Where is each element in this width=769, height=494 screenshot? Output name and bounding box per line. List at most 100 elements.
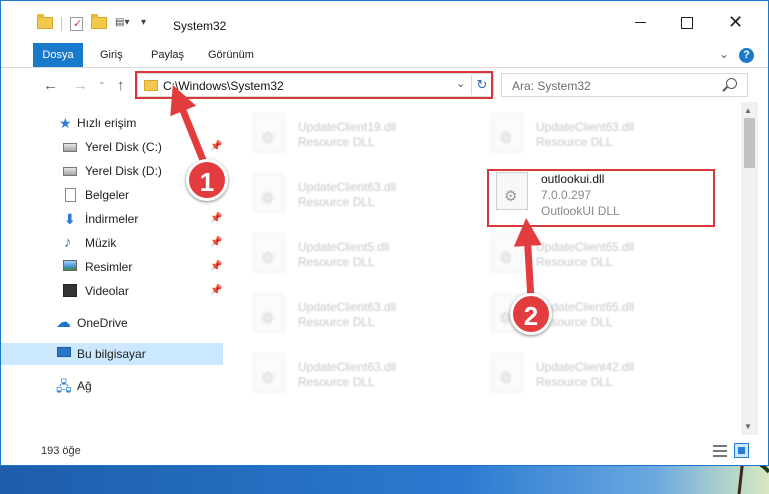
forward-arrow-icon[interactable]: → — [73, 77, 88, 94]
file-explorer-window: ✓ ▤▾ ▾ System32 ✕ Dosya Giriş Paylaş Gör… — [0, 0, 769, 466]
ribbon-tabs: Dosya Giriş Paylaş Görünüm ⌄ ? — [1, 43, 768, 68]
step-2-badge: 2 — [510, 293, 552, 335]
desktop-background — [0, 464, 769, 494]
search-placeholder: Ara: System32 — [512, 79, 591, 93]
file-description: Resource DLL — [298, 135, 375, 149]
sidebar-item-label: Belgeler — [85, 188, 130, 202]
sidebar-item-label: OneDrive — [77, 316, 128, 330]
tab-home[interactable]: Giriş — [100, 43, 123, 67]
item-count: 193 öğe — [41, 445, 81, 457]
dll-file-icon — [253, 174, 285, 212]
dll-file-icon — [253, 114, 285, 152]
file-item[interactable]: UpdateClient42.dll Resource DLL — [467, 350, 687, 400]
dll-file-icon — [491, 234, 523, 272]
pin-icon[interactable]: 📌 — [210, 213, 222, 224]
sidebar-item-quick-access[interactable]: ★ Hızlı erişim — [1, 112, 223, 134]
details-view-icon[interactable] — [713, 445, 727, 457]
file-description: Resource DLL — [536, 255, 613, 269]
vertical-scrollbar[interactable]: ▲ ▼ — [741, 102, 758, 435]
sidebar-item-label: Videolar — [85, 284, 129, 298]
dll-file-icon — [253, 294, 285, 332]
sidebar-item-network[interactable]: 🖧 Ağ — [1, 375, 223, 397]
expand-ribbon-icon[interactable]: ⌄ — [719, 47, 729, 61]
file-description: Resource DLL — [536, 375, 613, 389]
maximize-button[interactable] — [681, 15, 695, 29]
onedrive-icon: ☁ — [56, 314, 71, 331]
large-icons-view-icon[interactable] — [734, 443, 749, 458]
file-item[interactable]: UpdateClient65.dll Resource DLL — [467, 230, 687, 280]
sidebar-item-label: Bu bilgisayar — [77, 347, 146, 361]
file-name: UpdateClient63.dll — [298, 300, 397, 314]
sidebar-item-label: İndirmeler — [85, 212, 139, 226]
pin-icon[interactable]: 📌 — [210, 261, 222, 272]
file-item[interactable]: UpdateClient5.dll Resource DLL — [229, 230, 449, 280]
new-folder-icon[interactable] — [91, 14, 107, 31]
quick-access-toolbar: ✓ ▤▾ ▾ — [37, 14, 165, 31]
minimize-button[interactable] — [635, 15, 649, 29]
file-description: Resource DLL — [298, 195, 375, 209]
sidebar-item-videos[interactable]: Videolar 📌 — [1, 280, 223, 302]
file-name: UpdateClient65.dll — [536, 240, 635, 254]
dropdown-arrow-icon[interactable]: ▾ — [141, 17, 157, 31]
title-bar: ✓ ▤▾ ▾ System32 ✕ — [1, 1, 768, 39]
search-icon[interactable] — [726, 78, 737, 89]
tab-file[interactable]: Dosya — [33, 43, 83, 67]
music-icon: ♪ — [64, 234, 72, 251]
scroll-up-icon[interactable]: ▲ — [744, 106, 752, 115]
status-bar: 193 öğe — [1, 435, 768, 465]
sidebar-item-label: Yerel Disk (D:) — [85, 164, 162, 178]
sidebar-item-label: Yerel Disk (C:) — [85, 140, 162, 154]
dll-file-icon — [253, 234, 285, 272]
recent-locations-icon[interactable]: ⌄ — [98, 76, 106, 87]
file-item[interactable]: UpdateClient63.dll Resource DLL — [229, 350, 449, 400]
star-icon: ★ — [59, 115, 72, 131]
close-button[interactable]: ✕ — [728, 13, 743, 31]
sidebar-item-label: Resimler — [85, 260, 133, 274]
drive-icon — [63, 143, 77, 152]
documents-icon — [65, 188, 76, 202]
dll-file-icon — [491, 354, 523, 392]
customize-toolbar-icon[interactable]: ▤▾ — [115, 17, 133, 31]
search-input[interactable]: Ara: System32 — [501, 73, 748, 97]
file-name: UpdateClient63.dll — [298, 360, 397, 374]
file-item[interactable]: UpdateClient65.dll Resource DLL — [467, 290, 687, 340]
window-title: System32 — [173, 19, 227, 33]
scrollbar-thumb[interactable] — [744, 118, 755, 168]
file-name: UpdateClient63.dll — [298, 180, 397, 194]
sidebar-item-this-pc[interactable]: Bu bilgisayar — [1, 343, 223, 365]
sidebar-item-downloads[interactable]: ⬇ İndirmeler 📌 — [1, 208, 223, 230]
folder-icon[interactable] — [37, 14, 53, 31]
properties-icon[interactable]: ✓ — [70, 17, 83, 31]
pin-icon[interactable]: 📌 — [210, 237, 222, 248]
pin-icon[interactable]: 📌 — [210, 285, 222, 296]
file-description: Resource DLL — [298, 375, 375, 389]
sidebar-item-pictures[interactable]: Resimler 📌 — [1, 256, 223, 278]
navigation-pane: ★ Hızlı erişim Yerel Disk (C:) 📌 Yerel D… — [1, 102, 227, 435]
scroll-down-icon[interactable]: ▼ — [744, 422, 752, 431]
step-1-badge: 1 — [186, 159, 228, 201]
file-name: UpdateClient19.dll — [298, 120, 397, 134]
tab-share[interactable]: Paylaş — [151, 43, 184, 67]
file-description: Resource DLL — [298, 255, 375, 269]
tab-view[interactable]: Görünüm — [208, 43, 254, 67]
dll-file-icon — [491, 114, 523, 152]
help-icon[interactable]: ? — [739, 48, 754, 63]
file-name: UpdateClient63.dll — [536, 120, 635, 134]
address-bar-highlight — [135, 71, 493, 99]
pictures-icon — [63, 260, 77, 271]
file-item[interactable]: UpdateClient63.dll Resource DLL — [467, 110, 687, 160]
up-arrow-icon[interactable]: ↑ — [117, 77, 125, 94]
file-item[interactable]: UpdateClient63.dll Resource DLL — [229, 170, 449, 220]
file-description: Resource DLL — [536, 135, 613, 149]
back-arrow-icon[interactable]: ← — [43, 77, 58, 94]
sidebar-item-local-disk-c[interactable]: Yerel Disk (C:) 📌 — [1, 136, 223, 158]
file-name: UpdateClient42.dll — [536, 360, 635, 374]
file-item[interactable]: UpdateClient63.dll Resource DLL — [229, 290, 449, 340]
file-highlight — [487, 169, 715, 227]
sidebar-item-onedrive[interactable]: ☁ OneDrive — [1, 312, 223, 334]
sidebar-item-label: Müzik — [85, 236, 117, 250]
downloads-icon: ⬇ — [64, 211, 76, 227]
file-item[interactable]: UpdateClient19.dll Resource DLL — [229, 110, 449, 160]
sidebar-item-music[interactable]: ♪ Müzik 📌 — [1, 232, 223, 254]
pin-icon[interactable]: 📌 — [210, 141, 222, 152]
